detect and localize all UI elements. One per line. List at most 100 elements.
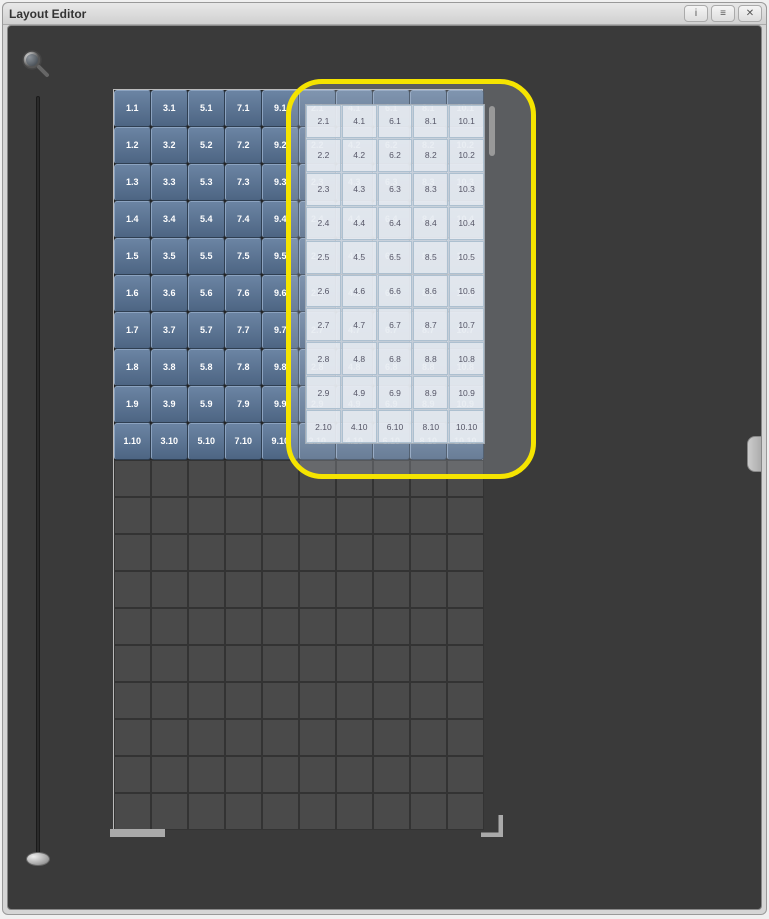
preview-cell[interactable]: 10.9 [449,376,484,409]
preview-cell[interactable]: 2.5 [306,241,341,274]
empty-cell[interactable] [262,645,299,682]
grid-cell[interactable]: 3.9 [151,386,188,423]
empty-cell[interactable] [114,793,151,830]
preview-cell[interactable]: 2.1 [306,105,341,138]
preview-cell[interactable]: 2.9 [306,376,341,409]
grid-cell[interactable]: 1.4 [114,201,151,238]
preview-cell[interactable]: 4.10 [342,410,377,443]
grid-cell[interactable]: 1.10 [114,423,151,460]
empty-cell[interactable] [151,756,188,793]
empty-cell[interactable] [188,608,225,645]
grid-cell[interactable]: 5.4 [188,201,225,238]
empty-cell[interactable] [188,756,225,793]
empty-cell[interactable] [151,793,188,830]
empty-cell[interactable] [151,645,188,682]
empty-cell[interactable] [262,756,299,793]
preview-cell[interactable]: 2.7 [306,308,341,341]
empty-cell[interactable] [114,756,151,793]
magnifier-icon[interactable] [20,48,50,78]
grid-cell[interactable]: 3.8 [151,349,188,386]
empty-cell[interactable] [262,571,299,608]
empty-cell[interactable] [410,460,447,497]
preview-cell[interactable]: 2.8 [306,342,341,375]
empty-cell[interactable] [262,682,299,719]
empty-cell[interactable] [262,719,299,756]
grid-cell[interactable]: 7.5 [225,238,262,275]
empty-cell[interactable] [447,719,484,756]
grid-cell[interactable]: 9.4 [262,201,299,238]
empty-cell[interactable] [336,497,373,534]
preview-cell[interactable]: 6.9 [378,376,413,409]
empty-cell[interactable] [262,460,299,497]
empty-cell[interactable] [151,460,188,497]
empty-cell[interactable] [447,756,484,793]
empty-cell[interactable] [114,719,151,756]
preview-cell[interactable]: 4.6 [342,275,377,308]
preview-cell[interactable]: 10.10 [449,410,484,443]
preview-cell[interactable]: 10.5 [449,241,484,274]
preview-cell[interactable]: 10.1 [449,105,484,138]
preview-cell[interactable]: 2.6 [306,275,341,308]
grid-cell[interactable]: 7.4 [225,201,262,238]
empty-cell[interactable] [336,645,373,682]
empty-cell[interactable] [225,608,262,645]
grid-cell[interactable]: 3.2 [151,127,188,164]
preview-cell[interactable]: 8.10 [413,410,448,443]
grid-cell[interactable]: 5.7 [188,312,225,349]
menu-button[interactable]: ≡ [711,5,735,22]
grid-cell[interactable]: 5.9 [188,386,225,423]
empty-cell[interactable] [373,497,410,534]
empty-cell[interactable] [225,571,262,608]
preview-cell[interactable]: 4.1 [342,105,377,138]
grid-cell[interactable]: 3.1 [151,90,188,127]
preview-cell[interactable]: 8.4 [413,207,448,240]
close-button[interactable]: ✕ [738,5,762,22]
grid-cell[interactable]: 1.9 [114,386,151,423]
preview-cell[interactable]: 4.3 [342,173,377,206]
grid-cell[interactable]: 5.8 [188,349,225,386]
preview-cell[interactable]: 8.3 [413,173,448,206]
preview-cell[interactable]: 10.7 [449,308,484,341]
empty-cell[interactable] [373,571,410,608]
grid-cell[interactable]: 1.7 [114,312,151,349]
empty-cell[interactable] [373,682,410,719]
empty-cell[interactable] [151,571,188,608]
empty-cell[interactable] [151,534,188,571]
empty-cell[interactable] [188,571,225,608]
empty-cell[interactable] [114,608,151,645]
empty-cell[interactable] [410,756,447,793]
grid-cell[interactable]: 7.3 [225,164,262,201]
empty-cell[interactable] [336,793,373,830]
empty-cell[interactable] [188,682,225,719]
empty-cell[interactable] [447,497,484,534]
empty-cell[interactable] [447,608,484,645]
side-panel-handle[interactable] [747,436,762,472]
empty-cell[interactable] [410,645,447,682]
empty-cell[interactable] [262,534,299,571]
grid-cell[interactable]: 9.3 [262,164,299,201]
zoom-slider-thumb[interactable] [26,852,50,866]
grid-cell[interactable]: 7.9 [225,386,262,423]
preview-cell[interactable]: 10.2 [449,139,484,172]
empty-cell[interactable] [336,571,373,608]
empty-cell[interactable] [336,719,373,756]
empty-cell[interactable] [373,756,410,793]
empty-cell[interactable] [299,793,336,830]
empty-cell[interactable] [225,756,262,793]
preview-cell[interactable]: 4.4 [342,207,377,240]
empty-cell[interactable] [151,682,188,719]
preview-cell[interactable]: 8.5 [413,241,448,274]
empty-cell[interactable] [225,534,262,571]
empty-cell[interactable] [299,756,336,793]
empty-cell[interactable] [188,460,225,497]
preview-cell[interactable]: 6.8 [378,342,413,375]
preview-grid[interactable]: 2.14.16.18.110.12.24.26.28.210.22.34.36.… [305,104,485,444]
empty-cell[interactable] [447,793,484,830]
grid-cell[interactable]: 3.4 [151,201,188,238]
grid-cell[interactable]: 1.5 [114,238,151,275]
grid-cell[interactable]: 3.6 [151,275,188,312]
preview-cell[interactable]: 6.6 [378,275,413,308]
empty-cell[interactable] [114,571,151,608]
preview-scrollbar[interactable] [489,106,495,156]
empty-cell[interactable] [373,534,410,571]
